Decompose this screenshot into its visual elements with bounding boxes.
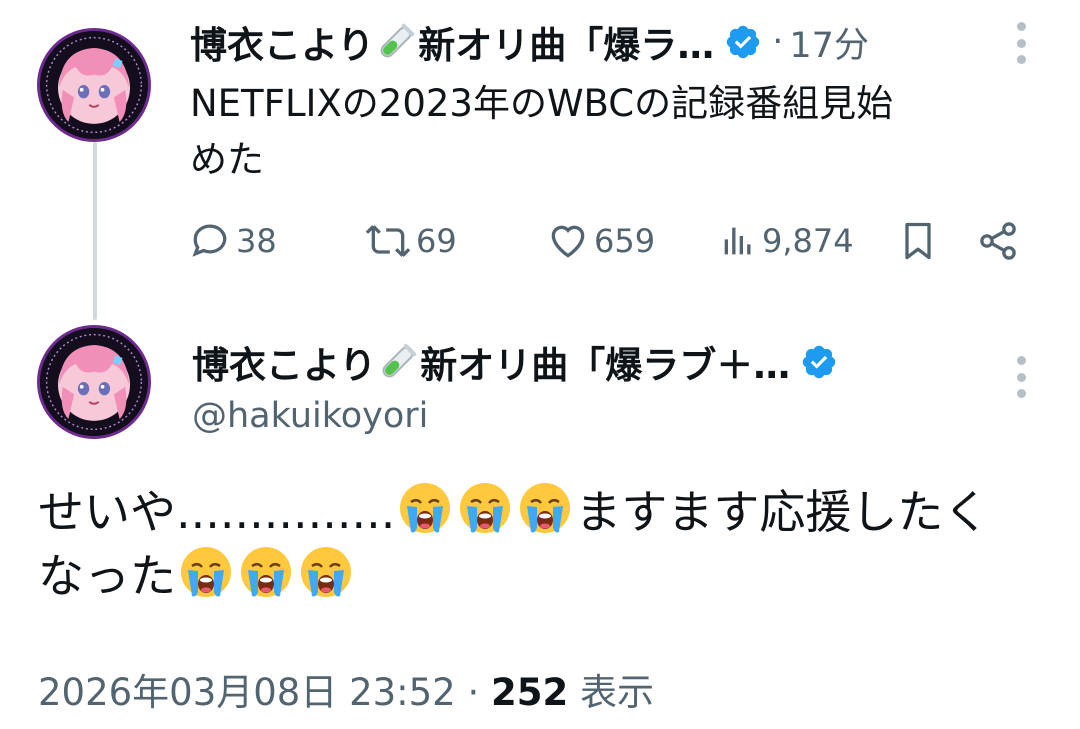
tweet2-view-count[interactable]: 252 xyxy=(491,671,568,714)
tweet1-separator: · xyxy=(772,22,784,62)
reply-button[interactable]: 38 xyxy=(188,218,277,264)
like-count: 659 xyxy=(594,222,656,260)
tweet2-name-suffix[interactable]: 新オリ曲「爆ラブ＋… xyxy=(420,335,790,389)
bookmark-icon xyxy=(905,222,931,260)
avatar[interactable] xyxy=(37,325,151,439)
tweet2-timestamp[interactable]: 2026年03月08日 23:52 xyxy=(38,671,456,714)
views-button[interactable]: 9,874 xyxy=(718,218,854,264)
tweet2-header: 博衣こより 新オリ曲「爆ラブ＋… xyxy=(192,334,838,390)
bookmark-button[interactable] xyxy=(896,218,944,264)
tweet1-action-bar: 38 69 659 9,874 xyxy=(188,218,1028,264)
loudly-crying-face-emoji xyxy=(298,544,354,600)
repost-button[interactable]: 69 xyxy=(364,218,457,264)
loudly-crying-face-emoji xyxy=(238,544,294,600)
analytics-icon xyxy=(724,227,751,255)
repost-icon xyxy=(365,225,411,257)
thread-line xyxy=(93,142,97,320)
reply-count: 38 xyxy=(236,222,277,260)
loudly-crying-face-emoji xyxy=(517,480,573,536)
views-count: 9,874 xyxy=(762,222,854,260)
tweet2-display-name[interactable]: 博衣こより xyxy=(192,335,376,389)
tweet2-text-part3: なった xyxy=(38,549,176,603)
share-icon xyxy=(980,222,1016,260)
share-button[interactable] xyxy=(976,218,1024,264)
tweet1-text-line2: めた xyxy=(190,138,264,181)
avatar[interactable] xyxy=(37,28,151,142)
reply-icon xyxy=(192,224,227,257)
tweet2-footer: 2026年03月08日 23:52 · 252 表示 xyxy=(38,662,654,716)
tweet2-text-part1: せいや............... xyxy=(38,485,396,539)
tweet1-header: 博衣こより 新オリ曲「爆ラ… · 17分 xyxy=(190,14,869,70)
tweet2-text: せいや............... ますます応援したく なった xyxy=(38,480,1048,608)
footer-separator: · xyxy=(467,671,480,714)
heart-icon xyxy=(551,225,585,258)
tweet2-view-label: 表示 xyxy=(580,671,655,714)
loudly-crying-face-emoji xyxy=(178,544,234,600)
loudly-crying-face-emoji xyxy=(397,480,453,536)
tweet1-name-suffix[interactable]: 新オリ曲「爆ラ… xyxy=(418,15,714,69)
test-tube-emoji xyxy=(376,22,416,62)
verified-badge-icon[interactable] xyxy=(800,343,838,381)
tweet1-text-line1: NETFLIXの2023年のWBCの記録番組見始 xyxy=(190,82,894,125)
verified-badge-icon[interactable] xyxy=(724,23,762,61)
more-vertical-icon[interactable] xyxy=(1014,356,1028,398)
tweet1-text: NETFLIXの2023年のWBCの記録番組見始 めた xyxy=(190,76,1030,188)
tweet1-display-name[interactable]: 博衣こより xyxy=(190,15,374,69)
tweet2-text-part2: ますます応援したく xyxy=(575,485,990,539)
repost-count: 69 xyxy=(416,222,457,260)
loudly-crying-face-emoji xyxy=(457,480,513,536)
tweet2-handle[interactable]: @hakuikoyori xyxy=(192,396,428,436)
test-tube-emoji xyxy=(378,342,418,382)
tweet1-time[interactable]: 17分 xyxy=(789,17,869,68)
more-vertical-icon[interactable] xyxy=(1014,22,1028,64)
like-button[interactable]: 659 xyxy=(546,218,655,264)
